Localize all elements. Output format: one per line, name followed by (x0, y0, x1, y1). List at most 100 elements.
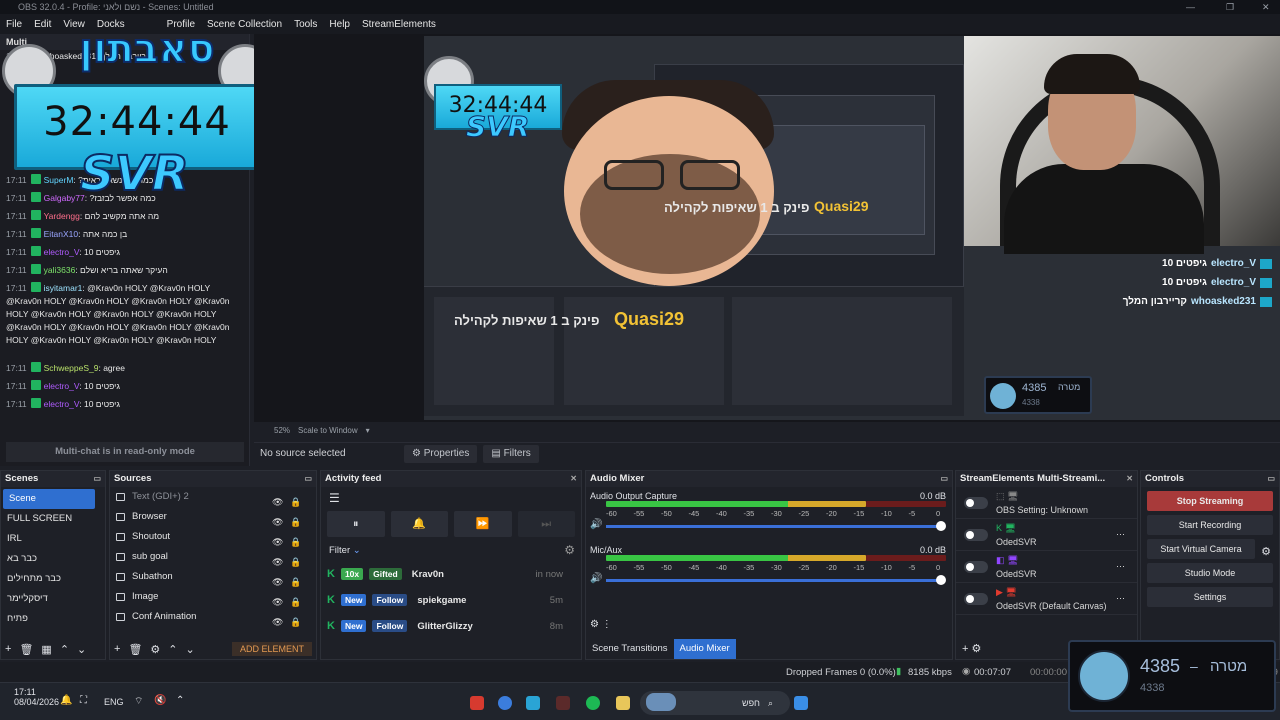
scene-item[interactable]: FULL SCREEN (1, 509, 105, 529)
language-indicator[interactable]: ENG (104, 697, 124, 707)
se-add-icon[interactable]: + ⚙ (962, 642, 981, 655)
wifi-icon[interactable]: ⌔ (134, 695, 143, 708)
source-item[interactable]: Browser 👁 🔒 (110, 507, 316, 527)
dock-float-icon[interactable]: ▭ (304, 471, 312, 487)
se-destination[interactable]: ⬚ 🖥 OBS Setting: Unknown (956, 487, 1137, 519)
menu-edit[interactable]: Edit (34, 19, 51, 30)
destination-toggle[interactable] (964, 561, 988, 573)
chat-user[interactable]: yali3636 (44, 265, 76, 275)
menu-streamelements[interactable]: StreamElements (362, 19, 436, 30)
chat-user[interactable]: electro_V (44, 399, 80, 409)
source-item[interactable]: Subathon 👁 🔒 (110, 567, 316, 587)
chrome-icon[interactable] (498, 696, 512, 710)
destination-toggle[interactable] (964, 529, 988, 541)
move-up-icon[interactable]: ⌃ (168, 643, 177, 656)
lock-icon[interactable]: 🔒 (290, 612, 301, 632)
se-destination[interactable]: K 🖥 OdedSVR ⋯ (956, 519, 1137, 551)
source-settings-icon[interactable]: ⚙ (150, 643, 160, 656)
move-down-icon[interactable]: ⌄ (77, 643, 86, 656)
menu-file[interactable]: File (6, 19, 22, 30)
pause-button[interactable]: ⏸ (327, 511, 385, 537)
chat-user[interactable]: SuperM (44, 175, 74, 185)
volume-speaker-icon[interactable]: 🔊 (590, 573, 602, 584)
activity-row[interactable]: K 10x Gifted Krav0n in now (321, 561, 581, 587)
virtual-camera-gear-icon[interactable]: ⚙ (1261, 545, 1271, 558)
move-up-icon[interactable]: ⌃ (60, 643, 69, 656)
stop-streaming-button[interactable]: Stop Streaming (1147, 491, 1273, 511)
volume-slider[interactable] (606, 579, 942, 582)
more-options-icon[interactable]: ⋯ (1116, 561, 1125, 572)
remove-source-icon[interactable]: 🗑 (128, 643, 142, 656)
tab-scene-transitions[interactable]: Scene Transitions (586, 639, 674, 659)
dock-close-icon[interactable]: ✕ (570, 471, 577, 487)
scene-item[interactable]: כבר בא (1, 549, 105, 569)
volume-slider-handle[interactable] (936, 521, 946, 531)
se-destination[interactable]: ▶ 🖥 OdedSVR (Default Canvas) ⋯ (956, 583, 1137, 615)
add-scene-icon[interactable]: + (5, 643, 11, 655)
properties-button[interactable]: ⚙ Properties (404, 444, 478, 463)
dock-float-icon[interactable]: ▭ (940, 471, 948, 487)
volume-slider[interactable] (606, 525, 942, 528)
activity-row[interactable]: K New Follow spiekgame 5m (321, 587, 581, 613)
scene-item[interactable]: IRL (1, 529, 105, 549)
add-element-button[interactable]: ADD ELEMENT (231, 642, 312, 656)
activity-filter[interactable]: Filter ⌄ ⚙ (321, 541, 581, 561)
dock-close-icon[interactable]: ✕ (1126, 471, 1133, 487)
chat-user[interactable]: SchweppeS_9 (44, 363, 99, 373)
menu-help[interactable]: Help (329, 19, 350, 30)
scene-item[interactable]: פתיח (1, 609, 105, 629)
source-item[interactable]: Conf Animation 👁 🔒 (110, 607, 316, 627)
scale-dropdown-icon[interactable]: ▾ (366, 426, 370, 435)
source-item[interactable]: Image 👁 🔒 (110, 587, 316, 607)
obs-icon[interactable] (556, 696, 570, 710)
preview-canvas[interactable]: 32:44:44 SVR פינק ב 1 שאיפות לקהילה Quas… (254, 34, 1280, 422)
scene-item[interactable]: כבר מתחילים (1, 569, 105, 589)
start-recording-button[interactable]: Start Recording (1147, 515, 1273, 535)
settings-button[interactable]: Settings (1147, 587, 1273, 607)
scene-item[interactable]: דיסקליימר (1, 589, 105, 609)
chat-user[interactable]: isyitamar1 (44, 283, 83, 293)
remove-scene-icon[interactable]: 🗑 (19, 643, 33, 656)
tab-audio-mixer[interactable]: Audio Mixer (673, 639, 736, 659)
activity-row[interactable]: K New Follow GlitterGlizzy 8m (321, 613, 581, 639)
source-item[interactable]: Text (GDI+) 2 👁 🔒 (110, 487, 316, 507)
minimize-icon[interactable]: — (1186, 0, 1195, 14)
chat-user[interactable]: EitanX10 (44, 229, 79, 239)
bell-button[interactable]: 🔔 (390, 511, 448, 537)
file-explorer-icon[interactable] (616, 696, 630, 710)
dock-float-icon[interactable]: ▭ (1267, 471, 1275, 487)
visibility-eye-icon[interactable]: 👁 (272, 612, 283, 632)
mute-icon[interactable]: 🔇 (154, 695, 166, 706)
scene-item[interactable]: Scene (3, 489, 95, 509)
scene-filter-icon[interactable]: ▦ (41, 643, 51, 656)
se-destination[interactable]: ◧ 🖥 OdedSVR ⋯ (956, 551, 1137, 583)
activity-menu-icon[interactable]: ☰ (321, 487, 581, 507)
chat-user[interactable]: electro_V (44, 247, 80, 257)
add-source-icon[interactable]: + (114, 643, 120, 655)
app-icon[interactable] (470, 696, 484, 710)
source-item[interactable]: sub goal 👁 🔒 (110, 547, 316, 567)
spotify-icon[interactable] (586, 696, 600, 710)
close-icon[interactable]: ✕ (1262, 0, 1270, 14)
destination-toggle[interactable] (964, 593, 988, 605)
move-down-icon[interactable]: ⌄ (186, 643, 195, 656)
gear-icon[interactable]: ⚙ (564, 543, 575, 557)
display-icon[interactable]: ⛶ (80, 695, 87, 706)
chat-user[interactable]: Yardengg (44, 211, 80, 221)
chat-user[interactable]: Galgaby77 (44, 193, 85, 203)
more-options-icon[interactable]: ⋯ (1116, 593, 1125, 604)
mixer-settings-icon[interactable]: ⚙ ⋮ (590, 619, 612, 630)
dock-float-icon[interactable]: ▭ (93, 471, 101, 487)
zoom-level[interactable]: 52% (274, 426, 290, 435)
scale-mode[interactable]: Scale to Window (298, 426, 358, 435)
volume-slider-handle[interactable] (936, 575, 946, 585)
start-virtual-camera-button[interactable]: Start Virtual Camera (1147, 539, 1255, 559)
tray-chevron-icon[interactable]: ⌃ (176, 695, 184, 706)
skip-button[interactable]: ⏩ (454, 511, 512, 537)
volume-speaker-icon[interactable]: 🔊 (590, 519, 602, 530)
taskbar-search[interactable]: חפש ⌕ (640, 691, 790, 715)
more-options-icon[interactable]: ⋯ (1116, 529, 1125, 540)
notification-icon[interactable]: 🔔 (60, 695, 72, 706)
chat-user[interactable]: electro_V (44, 381, 80, 391)
filters-button[interactable]: ▤ Filters (483, 444, 539, 463)
